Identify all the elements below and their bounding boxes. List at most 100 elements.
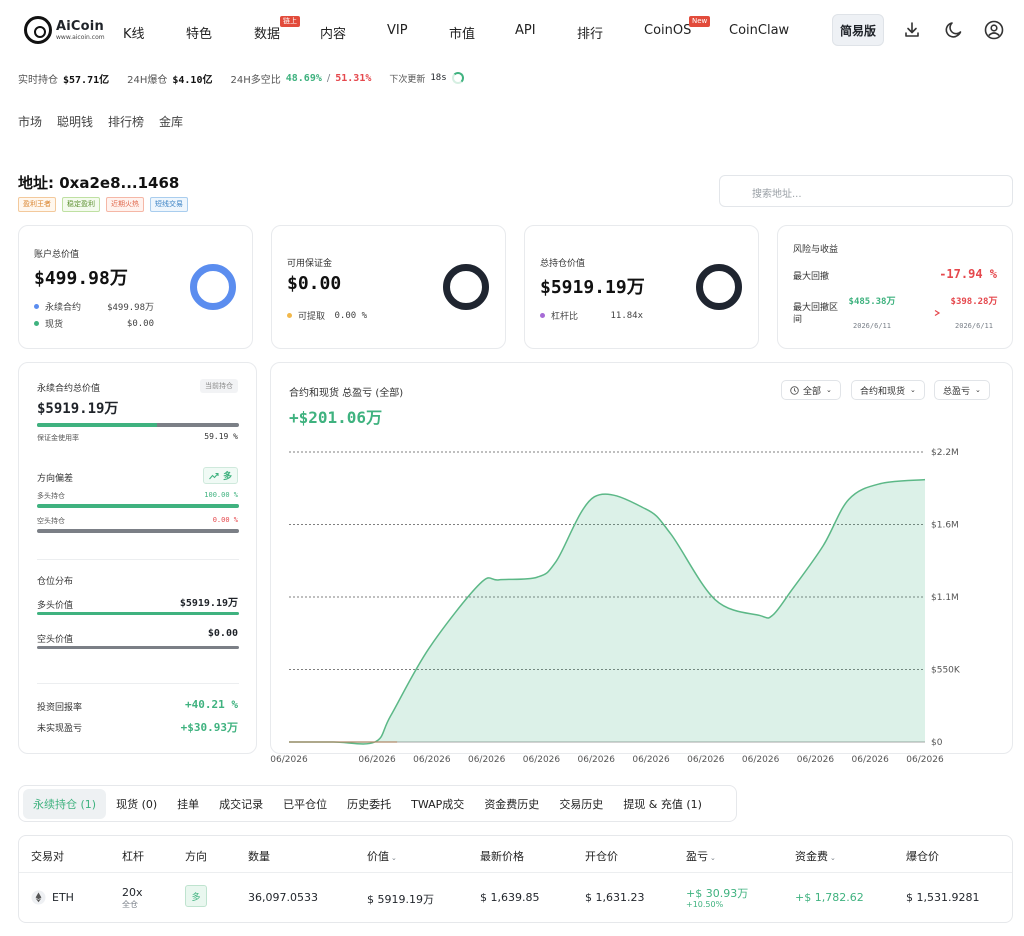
last-price-value: $ 1,639.85 [480, 891, 540, 904]
x-tick-label: 06/2026 [797, 755, 835, 765]
pnl-type-dropdown[interactable]: 总盈亏 ⌄ [934, 380, 990, 400]
perp-summary-panel: 永续合约总价值 当前持仓 $5919.19万 保证金使用率 59.19 % 方向… [18, 362, 257, 754]
max-drawdown-value: -17.94 % [939, 267, 997, 281]
tab-funding-history[interactable]: 资金费历史 [474, 789, 549, 819]
chevron-down-icon: ⌄ [910, 386, 916, 394]
x-tick-label: 06/2026 [906, 755, 944, 765]
direction-bias-label: 方向偏差 [37, 474, 74, 484]
tab-open-orders[interactable]: 挂单 [167, 789, 209, 819]
clock-icon [790, 385, 799, 395]
long-short-label: 24H多空比 [230, 74, 281, 86]
short-position-label: 空头持仓 [37, 517, 65, 525]
pnl-area-chart[interactable]: $2.2M $1.6M $1.1M $550K $0 06/2026 06/2026 06/2… [270, 440, 1013, 770]
tab-deposits-withdrawals[interactable]: 提现 & 充值 (1) [613, 789, 712, 819]
withdrawable-label: 可提取 [298, 312, 326, 322]
leverage-dot-icon [540, 313, 545, 318]
sub-nav: 市场 聪明钱 排行榜 金库 [18, 113, 183, 130]
withdrawable-dot-icon [287, 313, 292, 318]
ratio-separator: / [326, 72, 331, 84]
col-pnl[interactable]: 盈亏 ⌄ [686, 848, 716, 864]
subnav-vault[interactable]: 金库 [159, 113, 183, 130]
user-avatar-icon[interactable] [984, 20, 1004, 40]
eth-icon [31, 890, 46, 905]
time-range-value: 全部 [803, 386, 822, 397]
tab-twap[interactable]: TWAP成交 [401, 789, 474, 819]
total-position-card: 总持仓价值 $5919.19万 杠杆比 11.84x [524, 225, 759, 349]
download-icon[interactable] [902, 20, 922, 40]
short-value-bar [37, 646, 239, 649]
market-type-dropdown[interactable]: 合约和现货 ⌄ [851, 380, 925, 400]
long-value: $5919.19万 [179, 598, 238, 609]
next-update-countdown: 18s [430, 73, 447, 83]
table-divider [19, 872, 1012, 873]
col-value[interactable]: 价值 ⌄ [367, 848, 397, 864]
divider [37, 683, 239, 684]
subnav-market[interactable]: 市场 [18, 113, 42, 130]
nav-market-cap[interactable]: 市值 [449, 23, 475, 42]
aicoin-logo[interactable]: AiCoin www.aicoin.com [24, 16, 105, 44]
pnl-chart-title: 合约和现货 总盈亏 (全部) [289, 388, 404, 399]
col-side: 方向 [185, 850, 207, 863]
tab-perp-positions[interactable]: 永续持仓 (1) [23, 788, 107, 819]
simple-mode-button[interactable]: 简易版 [832, 14, 884, 46]
dark-mode-icon[interactable] [944, 20, 964, 40]
position-donut-chart [696, 264, 742, 310]
risk-return-card: 风险与收益 最大回撤 -17.94 % 最大回撤区间 $485.38万 2026… [777, 225, 1013, 349]
nav-coinos[interactable]: CoinOS [644, 23, 691, 38]
y-tick-label: $2.2M [931, 448, 959, 458]
risk-return-label: 风险与收益 [793, 245, 839, 255]
nav-api[interactable]: API [515, 23, 536, 38]
long-position-label: 多头持仓 [37, 492, 65, 500]
nav-ranking[interactable]: 排行 [577, 23, 603, 42]
next-update-label: 下次更新 [389, 74, 426, 85]
spot-label: 现货 [45, 320, 64, 330]
nav-kline[interactable]: K线 [123, 23, 145, 42]
short-value-label: 空头价值 [37, 635, 74, 645]
tab-order-history[interactable]: 历史委托 [337, 789, 401, 819]
logo-mark-icon [24, 16, 52, 44]
available-margin-label: 可用保证金 [287, 259, 333, 269]
market-stats-bar: 实时持仓 $57.71亿 24H爆仓 $4.10亿 24H多空比 48.69% … [18, 70, 464, 86]
nav-data[interactable]: 数据 [254, 23, 280, 42]
col-funding[interactable]: 资金费 ⌄ [795, 848, 836, 864]
x-tick-label: 06/2026 [523, 755, 561, 765]
nav-vip[interactable]: VIP [387, 23, 408, 38]
y-tick-label: $0 [931, 738, 943, 748]
tab-closed-positions[interactable]: 已平仓位 [273, 789, 337, 819]
liquidation-value: $4.10亿 [172, 74, 213, 86]
market-type-value: 合约和现货 [860, 386, 906, 397]
account-value-label: 账户总价值 [34, 250, 80, 260]
subnav-leaderboard[interactable]: 排行榜 [108, 113, 144, 130]
funding-value: +$ 1,782.62 [795, 891, 864, 904]
pnl-percent: +10.50% [686, 900, 724, 909]
perp-dot-icon [34, 304, 39, 309]
top-nav: AiCoin www.aicoin.com K线 特色 数据 链上 内容 VIP… [0, 0, 1024, 62]
perp-value: $499.98万 [107, 303, 154, 313]
margin-usage-fill [37, 423, 157, 427]
time-range-dropdown[interactable]: 全部 ⌄ [781, 380, 841, 400]
tab-trade-history[interactable]: 交易历史 [549, 789, 613, 819]
drawdown-from-value: $485.38万 [848, 297, 896, 307]
margin-mode: 全仓 [122, 900, 138, 909]
side-badge: 多 [185, 885, 207, 907]
nav-content[interactable]: 内容 [320, 23, 346, 42]
address-search-input[interactable]: 搜索地址... [719, 175, 1013, 207]
pnl-total-value: +$201.06万 [289, 408, 383, 427]
nav-features[interactable]: 特色 [186, 23, 212, 42]
long-value-bar [37, 612, 239, 615]
open-interest-label: 实时持仓 [18, 74, 58, 86]
nav-coinclaw[interactable]: CoinClaw [729, 23, 789, 38]
tab-trade-records[interactable]: 成交记录 [209, 789, 273, 819]
account-donut-chart [190, 264, 236, 310]
upnl-value: +$30.93万 [180, 721, 238, 734]
tag-short-term: 短线交易 [150, 197, 188, 212]
tab-spot[interactable]: 现货 (0) [106, 789, 167, 819]
long-position-pct: 100.00 % [204, 491, 238, 499]
margin-usage-label: 保证金使用率 [37, 434, 79, 442]
search-placeholder: 搜索地址... [752, 189, 802, 200]
available-margin-card: 可用保证金 $0.00 可提取 0.00 % [271, 225, 506, 349]
short-position-pct: 0.00 % [212, 516, 238, 524]
position-distribution-label: 仓位分布 [37, 577, 74, 587]
x-tick-label: 06/2026 [632, 755, 670, 765]
subnav-smart-money[interactable]: 聪明钱 [57, 113, 93, 130]
